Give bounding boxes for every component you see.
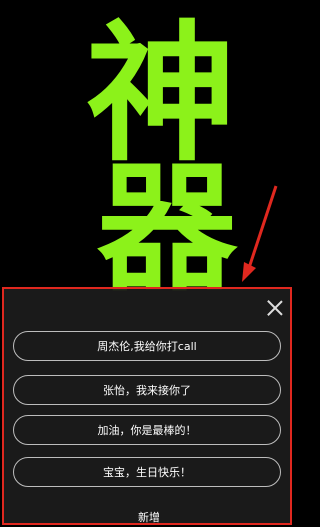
preset-option-label: 加油，你是最棒的！: [97, 424, 197, 437]
arrow-shaft: [245, 185, 278, 275]
preset-text-sheet: 周杰伦,我给你打call 张怡，我来接你了 加油，你是最棒的！ 宝宝，生日快乐！…: [2, 287, 292, 525]
preset-option-label: 张怡，我来接你了: [103, 384, 191, 397]
preset-option-2[interactable]: 张怡，我来接你了: [13, 375, 281, 405]
preset-option-label: 宝宝，生日快乐！: [103, 466, 191, 479]
preset-option-label: 周杰伦,我给你打call: [97, 340, 197, 353]
preset-option-1[interactable]: 周杰伦,我给你打call: [13, 331, 281, 361]
add-new-button[interactable]: 新增: [4, 509, 294, 525]
preset-option-4[interactable]: 宝宝，生日快乐！: [13, 457, 281, 487]
close-icon[interactable]: [266, 299, 284, 317]
arrow-head: [242, 262, 256, 282]
phone-screen: 神 器 周杰伦,我给你打call 张怡，我来接你了 加油，你是最棒的！ 宝宝，生…: [0, 0, 294, 527]
preset-option-3[interactable]: 加油，你是最棒的！: [13, 415, 281, 445]
